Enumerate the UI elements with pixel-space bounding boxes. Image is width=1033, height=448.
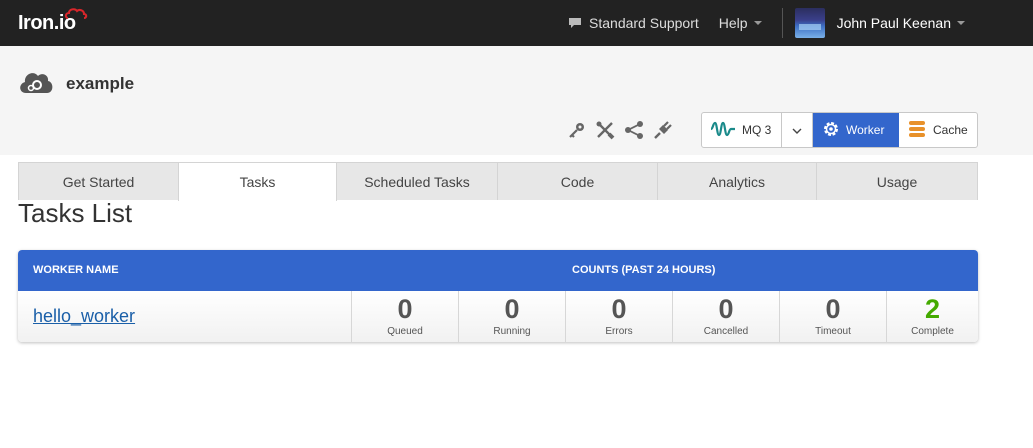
column-header-counts: COUNTS (PAST 24 HOURS) [572, 264, 716, 276]
count-running: 0 Running [458, 291, 565, 342]
project-name: example [66, 74, 135, 93]
table-header: WORKER NAME COUNTS (PAST 24 HOURS) [18, 250, 978, 291]
gear-icon [821, 119, 841, 142]
count-value: 2 [924, 294, 941, 324]
count-timeout: 0 Timeout [779, 291, 886, 342]
database-icon [908, 120, 926, 141]
count-value: 0 [825, 294, 841, 324]
count-cancelled: 0 Cancelled [672, 291, 779, 342]
count-value: 0 [718, 294, 734, 324]
count-value: 0 [504, 294, 520, 324]
cloud-logo-icon [64, 8, 88, 19]
worker-service-button[interactable]: Worker [813, 113, 899, 147]
count-queued: 0 Queued [351, 291, 458, 342]
project-tools [568, 120, 682, 140]
avatar [794, 8, 825, 38]
count-complete: 2 Complete [886, 291, 978, 342]
share-icon[interactable] [624, 121, 644, 139]
count-value: 0 [397, 294, 413, 324]
service-switcher: MQ 3 Worker Cache [701, 112, 978, 148]
tab-get-started[interactable]: Get Started [18, 162, 179, 200]
project-tabs: Get Started Tasks Scheduled Tasks Code A… [18, 162, 978, 201]
help-label: Help [718, 15, 748, 31]
count-value: 0 [611, 294, 627, 324]
tab-analytics[interactable]: Analytics [657, 162, 817, 200]
mq-wave-icon [710, 121, 736, 140]
standard-support-link[interactable]: Standard Support [568, 0, 699, 46]
worker-name-cell: hello_worker [18, 291, 351, 342]
help-menu[interactable]: Help [719, 0, 762, 46]
count-label: Timeout [815, 326, 851, 337]
tools-icon[interactable] [595, 120, 615, 140]
worker-link[interactable]: hello_worker [33, 306, 135, 327]
worker-label: Worker [846, 123, 885, 137]
chat-bubble-icon [568, 17, 582, 29]
count-label: Cancelled [703, 326, 749, 337]
count-label: Complete [911, 326, 954, 337]
user-name: John Paul Keenan [836, 15, 951, 31]
count-label: Queued [387, 326, 423, 337]
tab-usage[interactable]: Usage [816, 162, 978, 200]
cache-label: Cache [933, 123, 968, 137]
plug-icon[interactable] [653, 120, 673, 140]
tab-code[interactable]: Code [497, 162, 658, 200]
count-errors: 0 Errors [565, 291, 672, 342]
cache-service-button[interactable]: Cache [899, 113, 977, 147]
chevron-down-icon [753, 21, 762, 25]
mq-version-dropdown[interactable] [781, 113, 813, 147]
nav-divider [781, 8, 783, 38]
user-menu[interactable]: John Paul Keenan [794, 0, 965, 46]
key-icon[interactable] [568, 121, 586, 139]
tab-tasks[interactable]: Tasks [178, 162, 337, 201]
mq-label: MQ 3 [742, 123, 772, 137]
top-navbar: Iron.io Standard Support Help John Paul … [0, 0, 1033, 46]
project-header: example MQ 3 Worker Cache Get Started Ta… [0, 46, 1033, 201]
page-title: Tasks List [18, 198, 133, 228]
count-label: Errors [605, 326, 633, 337]
mq-service-button[interactable]: MQ 3 [702, 113, 781, 147]
chevron-down-icon [792, 123, 802, 137]
iron-io-logo[interactable]: Iron.io [18, 8, 88, 36]
count-label: Running [493, 326, 531, 337]
table-row: hello_worker 0 Queued 0 Running 0 Errors… [18, 291, 978, 342]
tasks-table: WORKER NAME COUNTS (PAST 24 HOURS) hello… [18, 250, 978, 342]
tab-scheduled-tasks[interactable]: Scheduled Tasks [336, 162, 498, 200]
support-label: Standard Support [589, 15, 699, 31]
column-header-worker-name: WORKER NAME [33, 264, 119, 276]
chevron-down-icon [957, 21, 965, 25]
cloud-gear-icon [18, 67, 54, 102]
